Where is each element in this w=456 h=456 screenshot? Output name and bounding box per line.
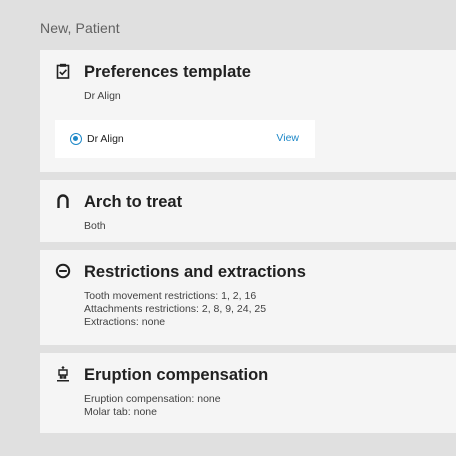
preferences-template-detail: Dr Align	[84, 90, 121, 102]
eruption-compensation-card: Eruption compensation Eruption compensat…	[40, 353, 456, 433]
template-option-dr-align[interactable]: Dr Align View	[55, 120, 315, 158]
minus-circle-icon	[55, 263, 71, 279]
arch-to-treat-card: Arch to treat Both	[40, 180, 456, 242]
patient-name: New, Patient	[40, 20, 120, 36]
tooth-movement-restrictions: Tooth movement restrictions: 1, 2, 16	[84, 290, 257, 302]
restrictions-title: Restrictions and extractions	[84, 263, 306, 281]
view-template-link[interactable]: View	[276, 132, 299, 144]
attachments-restrictions: Attachments restrictions: 2, 8, 9, 24, 2…	[84, 303, 267, 315]
treatment-preferences-page: New, Patient Preferences template Dr Ali…	[0, 0, 456, 456]
clipboard-check-icon	[55, 63, 71, 79]
preferences-template-card: Preferences template Dr Align Dr Align V…	[40, 50, 456, 172]
eruption-compensation-title: Eruption compensation	[84, 366, 269, 384]
arch-to-treat-title: Arch to treat	[84, 193, 183, 211]
molar-tab-value: Molar tab: none	[84, 406, 157, 418]
arch-to-treat-detail: Both	[84, 220, 106, 232]
template-radio[interactable]	[70, 133, 82, 145]
tooth-eruption-icon	[55, 366, 71, 382]
template-option-label: Dr Align	[87, 133, 124, 145]
extractions: Extractions: none	[84, 316, 166, 328]
eruption-compensation-value: Eruption compensation: none	[84, 393, 221, 405]
restrictions-card: Restrictions and extractions Tooth movem…	[40, 250, 456, 345]
preferences-template-title: Preferences template	[84, 63, 251, 81]
arch-icon	[55, 193, 71, 209]
